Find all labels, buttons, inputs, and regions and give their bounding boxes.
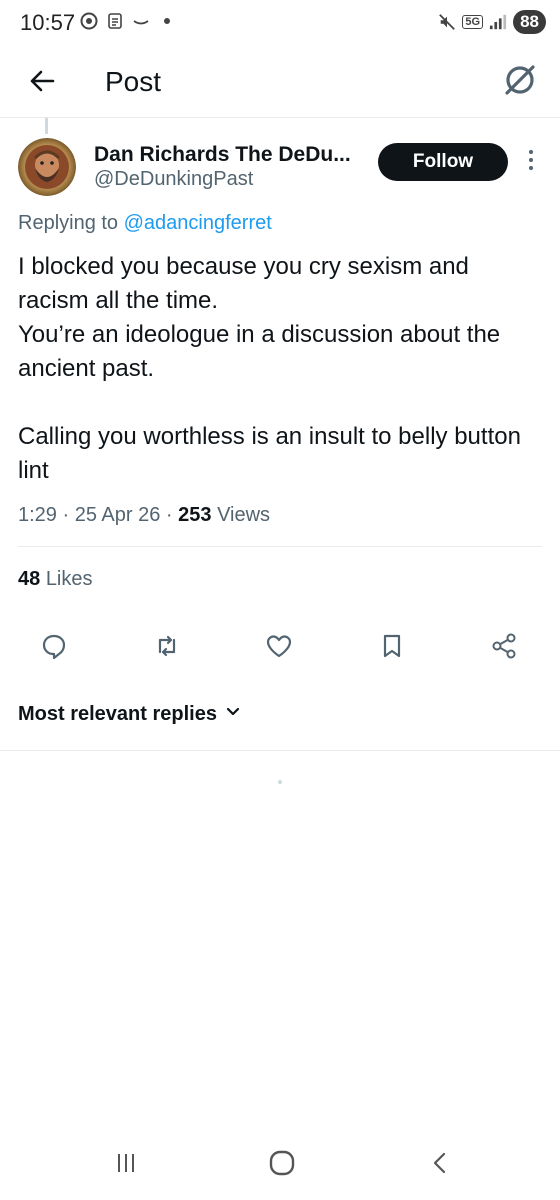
chrome-icon (80, 12, 98, 30)
chevron-left-icon (428, 1151, 452, 1180)
repost-icon (153, 632, 181, 665)
follow-button[interactable]: Follow (378, 143, 508, 181)
amazon-icon (132, 12, 150, 30)
sort-label: Most relevant replies (18, 703, 217, 725)
action-bar (0, 628, 560, 668)
reply-icon (40, 632, 68, 665)
status-right: 5G 88 (438, 10, 546, 34)
like-button[interactable] (259, 628, 299, 668)
replying-to: Replying to @adancingferret (18, 212, 272, 235)
likes-count: 48 (18, 568, 41, 590)
replies-sort-dropdown[interactable]: Most relevant replies (18, 703, 241, 726)
system-back-button[interactable] (420, 1148, 460, 1182)
post-text-line: I blocked you because you cry sexism and… (18, 253, 469, 314)
replying-prefix: Replying to (18, 212, 119, 234)
share-icon (490, 632, 518, 665)
post-date[interactable]: 25 Apr 26 (75, 504, 161, 526)
post-time[interactable]: 1:29 (18, 504, 57, 526)
reply-button[interactable] (34, 628, 74, 668)
battery-level: 88 (513, 10, 546, 34)
share-button[interactable] (484, 628, 524, 668)
views-label: Views (217, 504, 271, 526)
mute-icon (438, 13, 456, 31)
home-icon (268, 1149, 296, 1182)
loading-indicator (278, 780, 282, 784)
status-bar: 10:57 5G 88 (0, 0, 560, 48)
arrow-left-icon (28, 67, 56, 100)
signal-icon (489, 13, 507, 31)
app-notification-icon (106, 12, 124, 30)
back-button[interactable] (22, 63, 62, 103)
dot-icon (158, 12, 176, 30)
post-meta: 1:29 · 25 Apr 26 · 253 Views (18, 504, 271, 526)
more-vertical-icon (528, 149, 534, 176)
avatar[interactable] (18, 138, 76, 196)
post-header: Post (0, 48, 560, 118)
status-left-icons (80, 12, 176, 30)
views-count: 253 (178, 504, 212, 526)
home-button[interactable] (262, 1148, 302, 1182)
bookmark-icon (378, 632, 406, 665)
recent-apps-icon (114, 1151, 138, 1180)
repost-button[interactable] (147, 628, 187, 668)
bookmark-button[interactable] (372, 628, 412, 668)
x-logo-icon (502, 62, 538, 103)
grok-logo-button[interactable] (500, 62, 540, 102)
chevron-down-icon (225, 703, 241, 726)
post-text: I blocked you because you cry sexism and… (18, 250, 543, 488)
author-name[interactable]: Dan Richards The DeDu... (94, 143, 351, 167)
post-text-line: Calling you worthless is an insult to be… (18, 423, 521, 484)
page-title: Post (105, 66, 162, 97)
replying-mention-link[interactable]: @adancingferret (124, 212, 272, 234)
recent-apps-button[interactable] (106, 1148, 146, 1182)
network-5g: 5G (462, 15, 484, 29)
author-handle[interactable]: @DeDunkingPast (94, 168, 253, 191)
status-time: 10:57 (20, 10, 76, 35)
post-text-line: You’re an ideologue in a discussion abou… (18, 321, 501, 382)
divider (18, 546, 542, 547)
divider (0, 750, 560, 751)
likes-summary[interactable]: 48 Likes (18, 568, 93, 591)
system-nav-bar (0, 1130, 560, 1200)
more-options-button[interactable] (522, 149, 540, 176)
heart-icon (265, 632, 293, 665)
likes-label: Likes (45, 568, 93, 590)
thread-connector (45, 118, 48, 134)
